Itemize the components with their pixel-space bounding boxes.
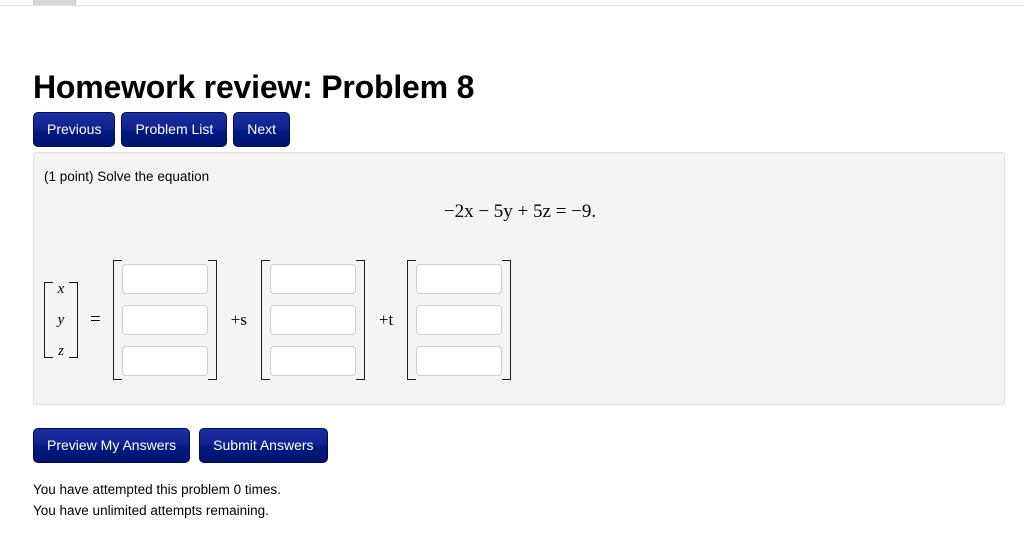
submit-answers-button[interactable]: Submit Answers bbox=[199, 428, 328, 463]
problem-prompt: (1 point) Solve the equation bbox=[44, 169, 210, 184]
answer-input-t-3[interactable] bbox=[416, 346, 503, 376]
equals-sign: = bbox=[90, 309, 101, 330]
xyz-vector: x y z bbox=[44, 281, 78, 359]
variable-x: x bbox=[57, 281, 65, 297]
answer-vector-direction-s bbox=[260, 260, 365, 380]
problem-equation: −2x − 5y + 5z = −9. bbox=[443, 201, 597, 222]
answer-input-particular-1[interactable] bbox=[121, 264, 208, 294]
attempts-used-text: You have attempted this problem 0 times. bbox=[33, 482, 281, 497]
answer-vector-direction-t bbox=[407, 260, 512, 380]
answer-input-particular-3[interactable] bbox=[121, 346, 208, 376]
answer-input-s-3[interactable] bbox=[269, 346, 356, 376]
next-button[interactable]: Next bbox=[233, 112, 291, 147]
attempts-remaining-text: You have unlimited attempts remaining. bbox=[33, 503, 269, 518]
operator-plus-s: +s bbox=[230, 310, 247, 329]
answer-expression: x y z = +s +t bbox=[44, 255, 512, 385]
problem-list-button[interactable]: Problem List bbox=[121, 112, 228, 147]
problem-panel: (1 point) Solve the equation −2x − 5y + … bbox=[33, 152, 1005, 405]
variable-y: y bbox=[57, 312, 65, 328]
answer-input-s-1[interactable] bbox=[269, 264, 356, 294]
operator-plus-t: +t bbox=[378, 310, 394, 329]
problem-navigation: Previous Problem List Next bbox=[33, 112, 291, 147]
previous-button[interactable]: Previous bbox=[33, 112, 116, 147]
answer-actions: Preview My Answers Submit Answers bbox=[33, 428, 328, 463]
preview-my-answers-button[interactable]: Preview My Answers bbox=[33, 428, 191, 463]
chrome-divider bbox=[0, 5, 1024, 6]
answer-input-s-2[interactable] bbox=[269, 305, 356, 335]
page-title: Homework review: Problem 8 bbox=[33, 69, 475, 106]
attempt-status: You have attempted this problem 0 times.… bbox=[33, 479, 281, 521]
answer-input-t-2[interactable] bbox=[416, 305, 503, 335]
variable-z: z bbox=[58, 343, 64, 359]
answer-vector-particular bbox=[112, 260, 217, 380]
answer-input-t-1[interactable] bbox=[416, 264, 503, 294]
browser-chrome-strip bbox=[0, 0, 1024, 6]
answer-input-particular-2[interactable] bbox=[121, 305, 208, 335]
